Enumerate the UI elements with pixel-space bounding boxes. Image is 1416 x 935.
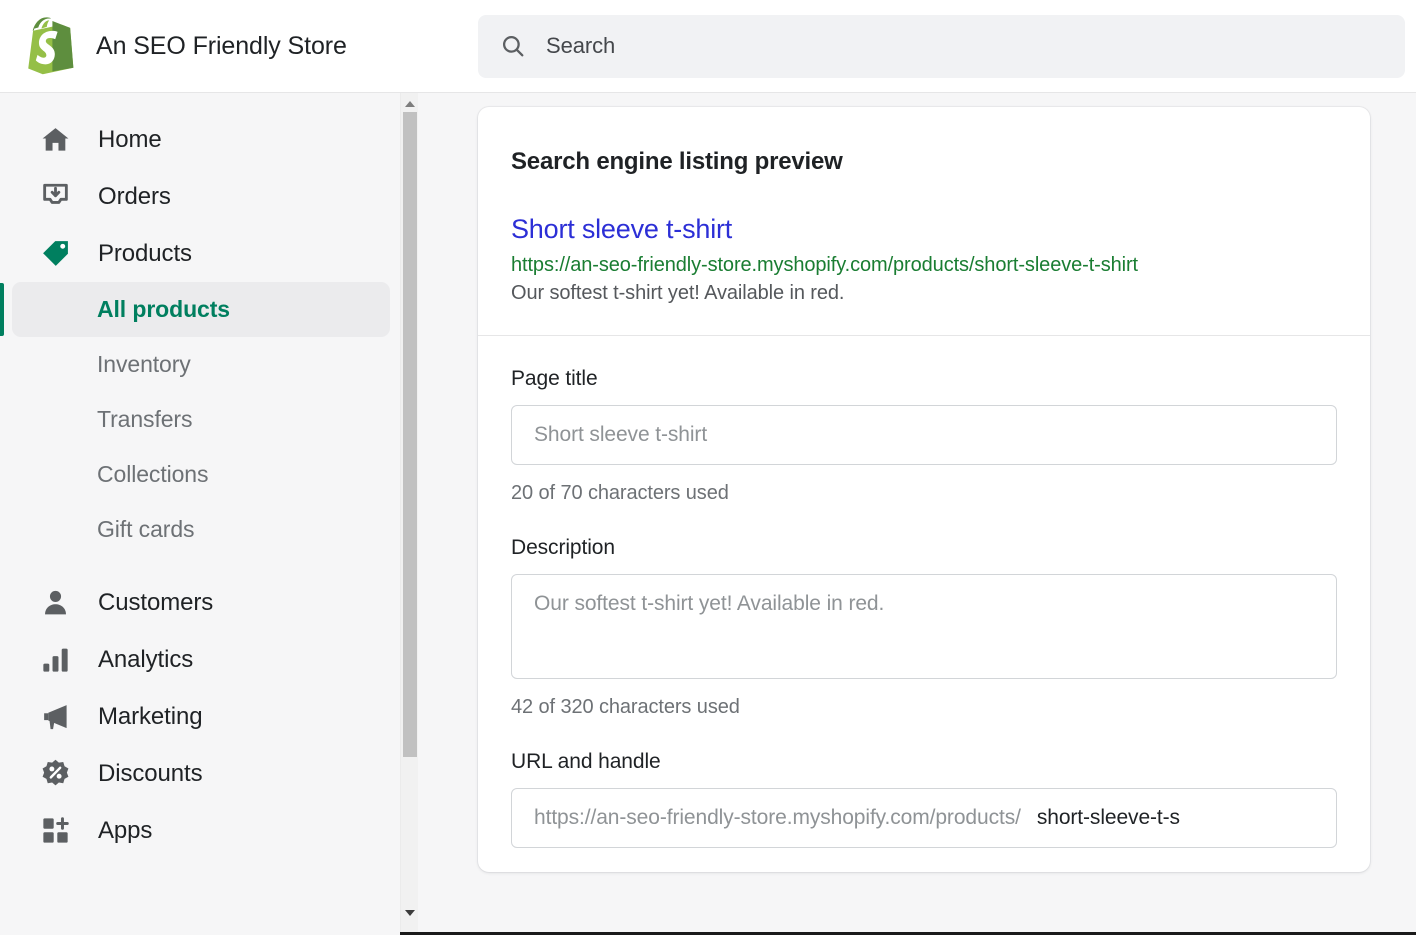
sidebar-item-customers[interactable]: Customers (12, 574, 390, 631)
url-handle-input[interactable]: https://an-seo-friendly-store.myshopify.… (511, 788, 1337, 848)
orders-inbox-icon (38, 180, 72, 214)
analytics-bars-icon (38, 643, 72, 677)
sidebar-item-discounts[interactable]: Discounts (12, 745, 390, 802)
description-label: Description (511, 536, 615, 559)
sidebar-item-label: Marketing (98, 702, 203, 730)
sidebar-item-label: Customers (98, 588, 214, 616)
customer-person-icon (38, 586, 72, 620)
main-content: Search engine listing preview Short slee… (419, 93, 1416, 935)
sidebar-item-label: Orders (98, 182, 171, 210)
top-bar: An SEO Friendly Store Search (0, 0, 1416, 93)
page-title-input[interactable]: Short sleeve t-shirt (511, 405, 1337, 465)
sidebar-scrollbar[interactable] (400, 93, 418, 935)
scroll-down-arrow-icon[interactable] (401, 904, 418, 921)
sidebar-item-collections[interactable]: Collections (12, 447, 390, 502)
serp-preview: Short sleeve t-shirt https://an-seo-frie… (478, 176, 1370, 335)
url-handle-label: URL and handle (511, 750, 661, 773)
seo-card: Search engine listing preview Short slee… (478, 107, 1370, 872)
sidebar-item-label: Collections (97, 461, 209, 487)
sidebar-item-analytics[interactable]: Analytics (12, 631, 390, 688)
shopify-admin-window: An SEO Friendly Store Search Home Orders… (0, 0, 1416, 935)
sidebar-group-divider (0, 557, 400, 574)
description-field: Description Our softest t-shirt yet! Ava… (511, 505, 1337, 719)
sidebar-item-transfers[interactable]: Transfers (12, 392, 390, 447)
sidebar-item-orders[interactable]: Orders (12, 168, 390, 225)
search-icon (502, 35, 524, 57)
url-handle-field: URL and handle https://an-seo-friendly-s… (511, 719, 1337, 848)
page-title-field: Page title Short sleeve t-shirt 20 of 70… (511, 336, 1337, 505)
discount-percent-icon (38, 757, 72, 791)
apps-grid-plus-icon (38, 814, 72, 848)
marketing-megaphone-icon (38, 700, 72, 734)
search-input[interactable]: Search (478, 14, 1405, 78)
scrollbar-thumb[interactable] (403, 112, 417, 757)
seo-form: Page title Short sleeve t-shirt 20 of 70… (478, 336, 1370, 848)
sidebar-item-inventory[interactable]: Inventory (12, 337, 390, 392)
description-counter: 42 of 320 characters used (511, 696, 740, 718)
product-tag-icon (38, 237, 72, 271)
description-textarea[interactable]: Our softest t-shirt yet! Available in re… (511, 574, 1337, 679)
sidebar-item-all-products[interactable]: All products (0, 282, 390, 337)
sidebar-nav: Home Orders Products All products Invent… (0, 93, 400, 935)
preview-url: https://an-seo-friendly-store.myshopify.… (511, 254, 1138, 276)
active-accent-bar (0, 283, 4, 336)
sidebar-item-label: Inventory (97, 351, 191, 377)
sidebar-item-home[interactable]: Home (12, 111, 390, 168)
preview-title-link[interactable]: Short sleeve t-shirt (511, 214, 732, 245)
shopify-bag-icon (28, 17, 74, 75)
sidebar-item-label: Gift cards (97, 516, 195, 542)
page-title-counter: 20 of 70 characters used (511, 482, 729, 504)
sidebar-item-label: Apps (98, 816, 153, 844)
url-prefix: https://an-seo-friendly-store.myshopify.… (534, 806, 1021, 829)
search-area: Search (478, 0, 1416, 92)
store-name: An SEO Friendly Store (96, 31, 347, 60)
home-icon (38, 123, 72, 157)
preview-description: Our softest t-shirt yet! Available in re… (511, 282, 845, 304)
sidebar-item-label: Analytics (98, 645, 194, 673)
sidebar-item-label: Home (98, 125, 162, 153)
page-title: Search engine listing preview (511, 148, 843, 175)
sidebar-item-marketing[interactable]: Marketing (12, 688, 390, 745)
scroll-up-arrow-icon[interactable] (401, 95, 418, 112)
url-handle-value: short-sleeve-t-s (1036, 806, 1180, 829)
sidebar-item-gift-cards[interactable]: Gift cards (12, 502, 390, 557)
sidebar-item-products[interactable]: Products (12, 225, 390, 282)
card-header: Search engine listing preview (478, 107, 1370, 176)
sidebar-item-label: Products (98, 239, 192, 267)
page-title-label: Page title (511, 367, 598, 390)
sidebar-item-label: All products (97, 296, 230, 322)
sidebar-item-label: Transfers (97, 406, 193, 432)
brand-area[interactable]: An SEO Friendly Store (0, 0, 478, 92)
sidebar-item-apps[interactable]: Apps (12, 802, 390, 859)
sidebar-item-label: Discounts (98, 759, 203, 787)
search-placeholder: Search (546, 33, 616, 58)
